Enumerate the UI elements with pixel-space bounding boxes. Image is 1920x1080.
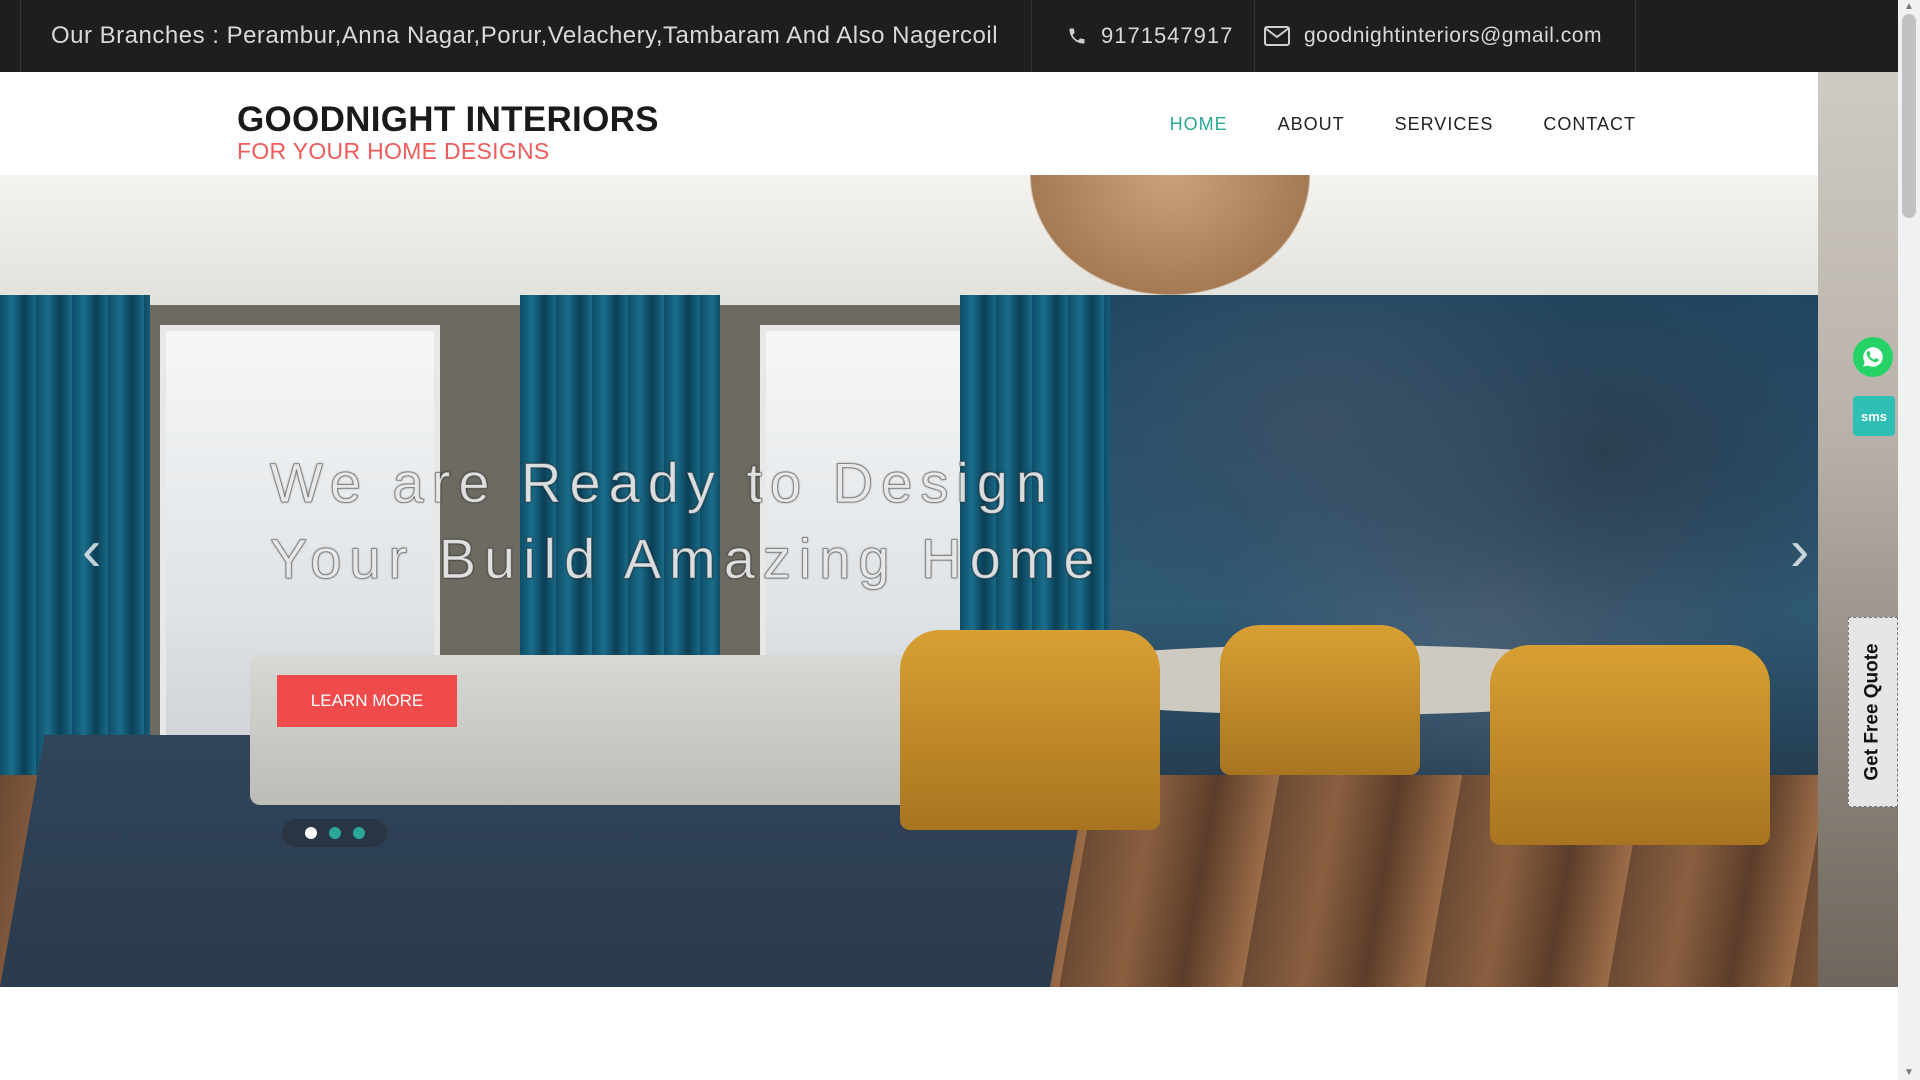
page-scrollbar[interactable]: ▲ ▼ <box>1898 0 1920 1080</box>
slider-dot[interactable] <box>328 827 341 839</box>
hero-background-ceiling <box>0 175 1818 305</box>
scroll-up-arrow-icon[interactable]: ▲ <box>1898 0 1920 14</box>
hero-chair <box>900 630 1160 830</box>
nav-services[interactable]: SERVICES <box>1395 114 1494 135</box>
whatsapp-icon[interactable] <box>1853 337 1893 377</box>
nav-about[interactable]: ABOUT <box>1278 114 1345 135</box>
scrollbar-thumb[interactable] <box>1902 14 1916 218</box>
logo-title[interactable]: GOODNIGHT INTERIORS <box>237 100 659 140</box>
phone-contact[interactable]: 9171547917 <box>1033 0 1255 72</box>
phone-icon <box>1069 28 1085 44</box>
envelope-icon <box>1264 26 1290 46</box>
hero-headline-line2: Your Build Amazing Home <box>270 527 1103 591</box>
site-header: GOODNIGHT INTERIORS FOR YOUR HOME DESIGN… <box>0 72 1898 175</box>
main-nav: HOME ABOUT SERVICES CONTACT <box>1170 114 1636 135</box>
email-address[interactable]: goodnightinteriors@gmail.com <box>1304 24 1602 48</box>
hero-chair <box>1490 645 1770 845</box>
slider-dot[interactable] <box>352 827 365 839</box>
get-free-quote-tab[interactable]: Get Free Quote <box>1848 617 1898 807</box>
phone-number[interactable]: 9171547917 <box>1101 23 1233 49</box>
sms-button[interactable]: sms <box>1853 396 1895 436</box>
slider-dot[interactable] <box>304 827 317 839</box>
email-contact[interactable]: goodnightinteriors@gmail.com <box>1256 0 1636 72</box>
top-info-bar: Our Branches : Perambur,Anna Nagar,Porur… <box>0 0 1898 72</box>
hero-headline: We are Ready to Design Your Build Amazin… <box>270 445 1103 597</box>
hero-pendant-lamp <box>1030 175 1310 295</box>
right-background-strip <box>1818 72 1898 987</box>
nav-contact[interactable]: CONTACT <box>1543 114 1636 135</box>
whatsapp-glyph-icon <box>1863 347 1883 367</box>
chevron-right-icon[interactable]: › <box>1790 517 1809 584</box>
logo-subtitle: FOR YOUR HOME DESIGNS <box>237 138 550 164</box>
get-free-quote-label: Get Free Quote <box>1862 643 1883 781</box>
branches-text: Our Branches : Perambur,Anna Nagar,Porur… <box>20 0 1032 72</box>
hero-slider: We are Ready to Design Your Build Amazin… <box>0 175 1818 987</box>
nav-home[interactable]: HOME <box>1170 114 1228 135</box>
hero-headline-line1: We are Ready to Design <box>270 451 1056 515</box>
hero-chair <box>1220 625 1420 775</box>
scroll-down-arrow-icon[interactable]: ▼ <box>1898 1066 1920 1080</box>
chevron-left-icon[interactable]: ‹ <box>82 517 101 584</box>
learn-more-button[interactable]: LEARN MORE <box>277 675 457 727</box>
slider-pagination <box>282 819 387 847</box>
